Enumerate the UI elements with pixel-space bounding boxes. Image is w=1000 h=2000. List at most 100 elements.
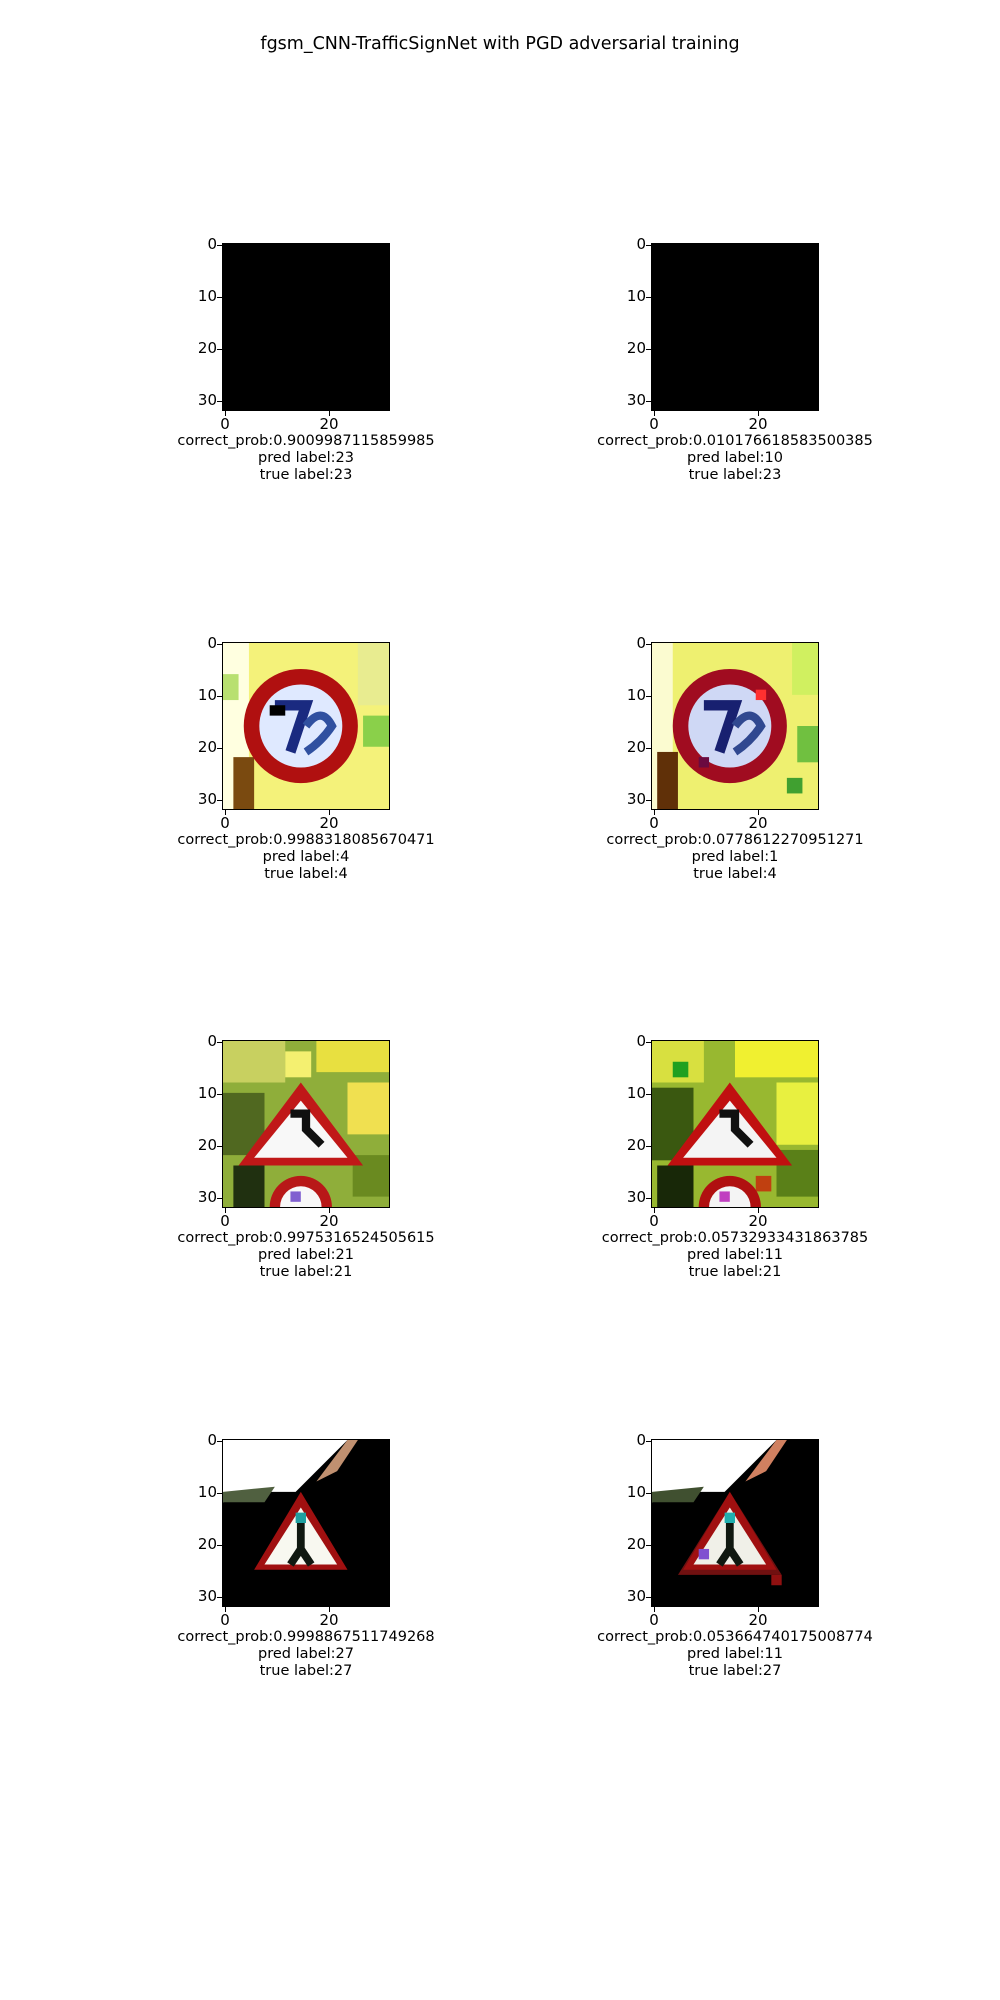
ytick-mark xyxy=(217,644,222,645)
ytick-mark xyxy=(217,349,222,350)
xtick-mark xyxy=(329,411,330,416)
image-warning-sign xyxy=(651,1439,819,1607)
ytick-label: 30 xyxy=(626,1188,646,1206)
pred-label-text: pred label:11 xyxy=(687,1247,783,1263)
ytick-label: 10 xyxy=(197,287,217,305)
xtick-label: 20 xyxy=(319,415,339,433)
xtick-label: 0 xyxy=(649,1212,659,1230)
xtick-mark xyxy=(225,1607,226,1612)
ytick-mark xyxy=(646,748,651,749)
ytick-mark xyxy=(217,1545,222,1546)
correct-prob-text: correct_prob:0.053664740175008774 xyxy=(597,1629,873,1645)
ytick-label: 0 xyxy=(207,1032,217,1050)
xtick-mark xyxy=(329,810,330,815)
panel-2-adversarial: 0 10 20 30 0 20 correct_prob:0.077861227… xyxy=(606,636,906,883)
xtick-label: 20 xyxy=(319,814,339,832)
true-label-text: true label:21 xyxy=(259,1264,353,1280)
correct-prob-text: correct_prob:0.9998867511749268 xyxy=(177,1629,435,1645)
ytick-label: 10 xyxy=(197,686,217,704)
panel-caption: correct_prob:0.0778612270951271 pred lab… xyxy=(580,832,890,883)
ytick-mark xyxy=(217,401,222,402)
ytick-label: 10 xyxy=(197,1483,217,1501)
xtick-mark xyxy=(329,1208,330,1213)
image-speed-limit-sign xyxy=(222,642,390,810)
ytick-mark xyxy=(217,1493,222,1494)
ytick-mark xyxy=(217,800,222,801)
image-black-square xyxy=(222,243,390,411)
panel-caption: correct_prob:0.053664740175008774 pred l… xyxy=(580,1629,890,1680)
true-label-text: true label:21 xyxy=(688,1264,782,1280)
xtick-mark xyxy=(654,411,655,416)
ytick-mark xyxy=(217,748,222,749)
ytick-label: 30 xyxy=(197,391,217,409)
ytick-label: 30 xyxy=(197,790,217,808)
ytick-mark xyxy=(646,349,651,350)
ytick-label: 20 xyxy=(197,738,217,756)
panel-caption: correct_prob:0.9975316524505615 pred lab… xyxy=(151,1230,461,1281)
ytick-label: 30 xyxy=(197,1188,217,1206)
ytick-mark xyxy=(646,1042,651,1043)
xtick-label: 0 xyxy=(649,1611,659,1629)
ytick-mark xyxy=(646,297,651,298)
xtick-mark xyxy=(654,1607,655,1612)
pred-label-text: pred label:10 xyxy=(687,450,783,466)
correct-prob-text: correct_prob:0.010176618583500385 xyxy=(597,433,873,449)
xtick-label: 0 xyxy=(220,1611,230,1629)
image-speed-limit-sign xyxy=(651,642,819,810)
xtick-mark xyxy=(758,1208,759,1213)
xtick-mark xyxy=(225,411,226,416)
ytick-label: 30 xyxy=(626,1587,646,1605)
xtick-label: 20 xyxy=(748,1212,768,1230)
ytick-mark xyxy=(646,1493,651,1494)
ytick-label: 20 xyxy=(197,1535,217,1553)
xtick-mark xyxy=(654,810,655,815)
ytick-mark xyxy=(646,401,651,402)
panel-caption: correct_prob:0.9998867511749268 pred lab… xyxy=(151,1629,461,1680)
true-label-text: true label:4 xyxy=(693,866,777,882)
xtick-label: 20 xyxy=(748,814,768,832)
ytick-label: 0 xyxy=(207,1431,217,1449)
ytick-label: 10 xyxy=(626,287,646,305)
true-label-text: true label:23 xyxy=(688,467,782,483)
ytick-label: 10 xyxy=(197,1084,217,1102)
xtick-mark xyxy=(225,1208,226,1213)
ytick-mark xyxy=(646,245,651,246)
true-label-text: true label:27 xyxy=(259,1663,353,1679)
ytick-mark xyxy=(646,1597,651,1598)
ytick-mark xyxy=(217,245,222,246)
panel-caption: correct_prob:0.9009987115859985 pred lab… xyxy=(151,433,461,484)
ytick-mark xyxy=(646,800,651,801)
xtick-mark xyxy=(758,1607,759,1612)
ytick-label: 20 xyxy=(197,1136,217,1154)
panel-3-adversarial: 0 10 20 30 0 20 correct_prob:0.057329334… xyxy=(602,1034,906,1281)
pred-label-text: pred label:27 xyxy=(258,1646,354,1662)
ytick-label: 0 xyxy=(636,634,646,652)
ytick-mark xyxy=(646,1441,651,1442)
panel-caption: correct_prob:0.9988318085670471 pred lab… xyxy=(151,832,461,883)
pred-label-text: pred label:1 xyxy=(691,849,779,865)
ytick-label: 30 xyxy=(626,391,646,409)
panel-caption: correct_prob:0.010176618583500385 pred l… xyxy=(580,433,890,484)
true-label-text: true label:4 xyxy=(264,866,348,882)
pred-label-text: pred label:11 xyxy=(687,1646,783,1662)
pred-label-text: pred label:23 xyxy=(258,450,354,466)
correct-prob-text: correct_prob:0.9988318085670471 xyxy=(177,832,435,848)
ytick-label: 0 xyxy=(636,1032,646,1050)
ytick-label: 30 xyxy=(626,790,646,808)
ytick-mark xyxy=(646,644,651,645)
panel-4-clean: 0 10 20 30 0 20 correct_prob:0.999886751… xyxy=(177,1433,477,1680)
xtick-label: 0 xyxy=(649,415,659,433)
panel-caption: correct_prob:0.05732933431863785 pred la… xyxy=(580,1230,890,1281)
xtick-label: 0 xyxy=(220,415,230,433)
xtick-label: 20 xyxy=(319,1611,339,1629)
xtick-label: 0 xyxy=(649,814,659,832)
xtick-label: 0 xyxy=(220,1212,230,1230)
panel-2-clean: 0 10 20 30 0 20 correct_prob:0.998831808… xyxy=(177,636,477,883)
ytick-label: 20 xyxy=(197,339,217,357)
ytick-label: 30 xyxy=(197,1587,217,1605)
ytick-mark xyxy=(646,1545,651,1546)
xtick-label: 20 xyxy=(319,1212,339,1230)
ytick-label: 20 xyxy=(626,1136,646,1154)
correct-prob-text: correct_prob:0.0778612270951271 xyxy=(606,832,864,848)
panel-4-adversarial: 0 10 20 30 0 20 correct_prob:0.053664740… xyxy=(597,1433,906,1680)
